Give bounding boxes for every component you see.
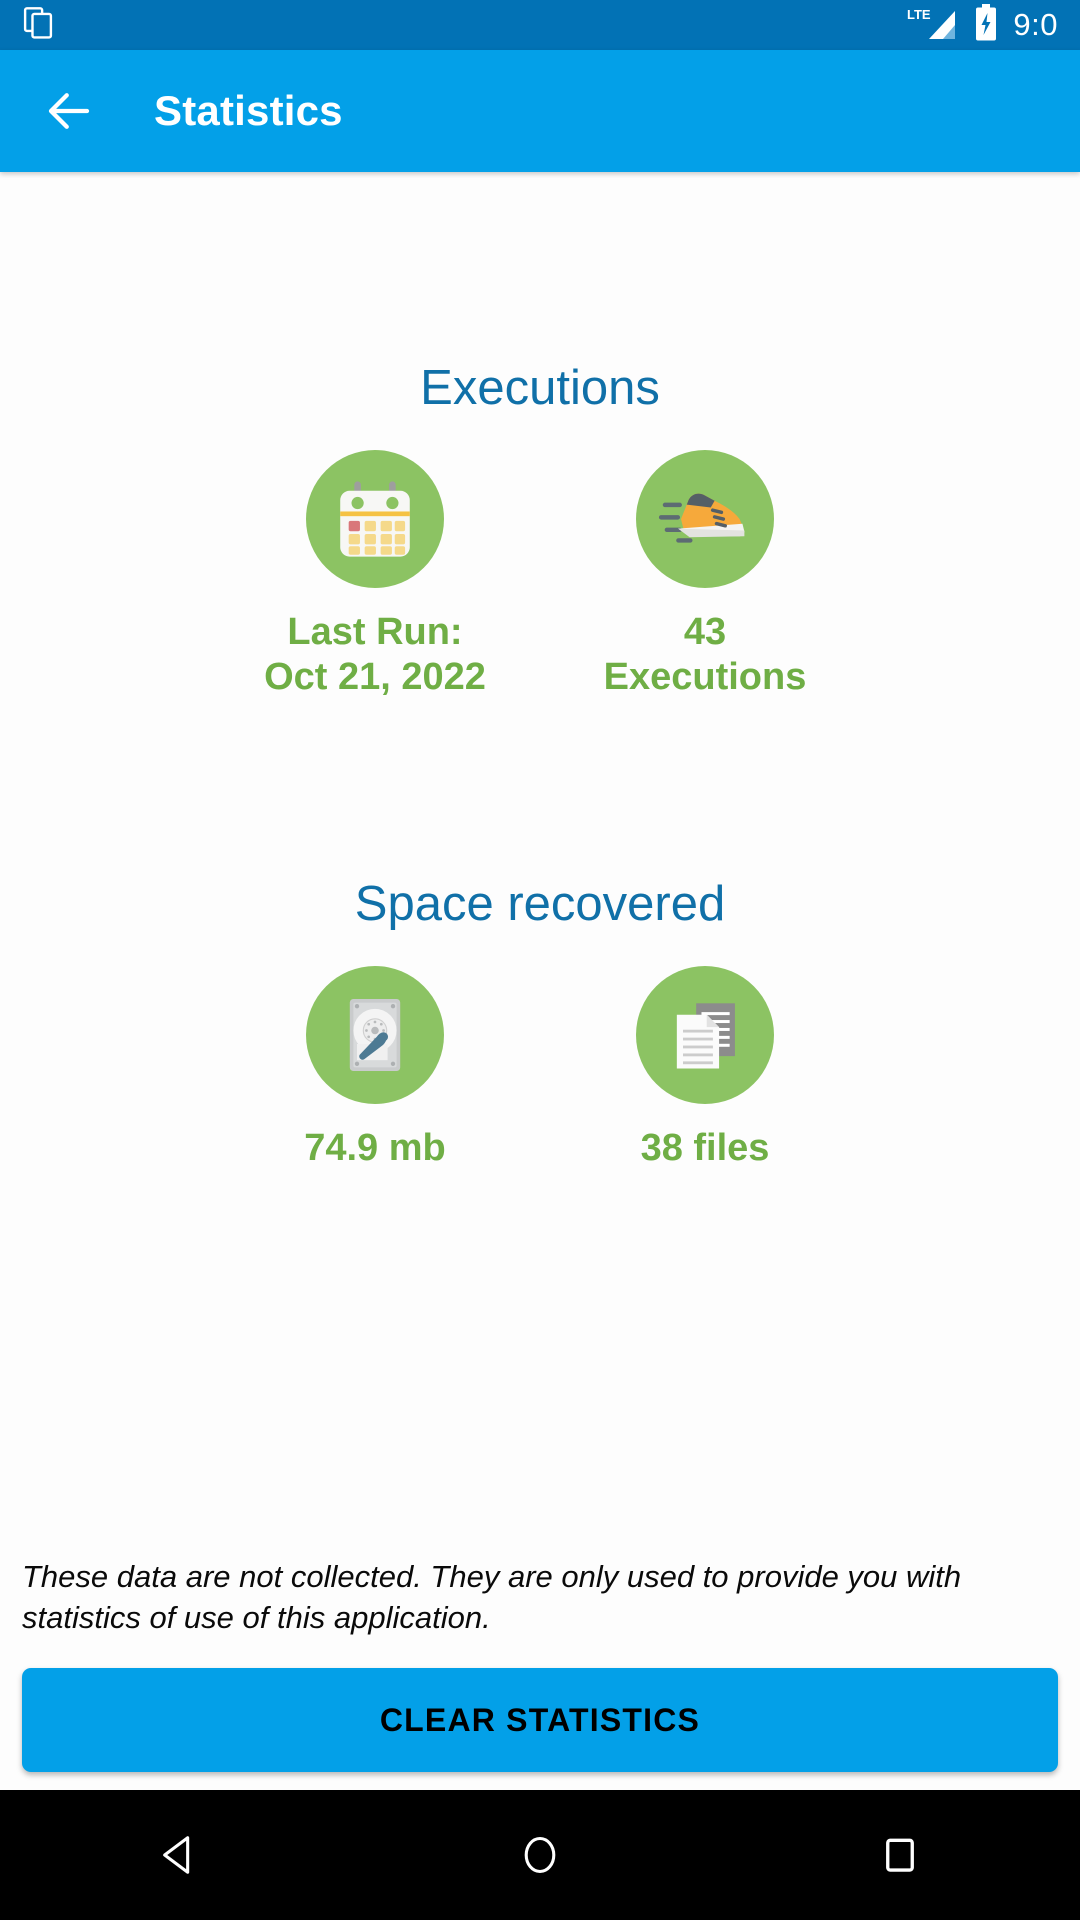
section-space-recovered: Space recovered 74.9 mb 38 files xyxy=(0,876,1080,1171)
status-bar: LTE 9:0 xyxy=(0,0,1080,50)
nav-back-button[interactable] xyxy=(105,1790,255,1920)
stat-card-label: 38 files xyxy=(640,1126,770,1169)
back-triangle-icon xyxy=(163,1836,190,1874)
stat-card-last-run[interactable]: Last Run: Oct 21, 2022 xyxy=(210,450,540,700)
recents-square-icon xyxy=(886,1838,914,1872)
signal-bars-icon: LTE xyxy=(907,5,959,46)
android-nav-bar xyxy=(0,1790,1080,1920)
app-bar: Statistics xyxy=(0,50,1080,172)
nav-recents-button[interactable] xyxy=(825,1790,975,1920)
svg-text:LTE: LTE xyxy=(907,7,931,22)
back-button[interactable] xyxy=(40,82,98,140)
icon-circle xyxy=(306,450,444,588)
arrow-left-icon xyxy=(48,93,90,129)
clear-statistics-button[interactable]: CLEAR STATISTICS xyxy=(22,1668,1058,1772)
documents-icon xyxy=(676,1002,735,1069)
hard-drive-icon xyxy=(349,998,401,1071)
status-bar-right: LTE 9:0 xyxy=(907,3,1058,47)
stat-card-label: Last Run: Oct 21, 2022 xyxy=(264,611,486,698)
section-executions: Executions Last Run: Oct 21, 2022 43 Exe… xyxy=(0,360,1080,700)
icon-circle xyxy=(306,965,444,1104)
icon-circle xyxy=(636,450,774,588)
space-cards: 74.9 mb 38 files xyxy=(0,965,1080,1171)
calendar-icon xyxy=(340,481,410,557)
phone-screen: LTE 9:0 Statistics Executions Last Run: … xyxy=(0,0,1080,1920)
page-title: Statistics xyxy=(154,87,343,134)
status-bar-left xyxy=(22,6,56,45)
section-title-space-recovered: Space recovered xyxy=(354,876,726,931)
stat-card-label: 74.9 mb xyxy=(304,1126,446,1169)
stat-card-space-freed[interactable]: 74.9 mb xyxy=(210,965,540,1171)
stats-scroll-area: Executions Last Run: Oct 21, 2022 43 Exe… xyxy=(0,172,1080,1556)
icon-circle xyxy=(636,965,774,1104)
stat-card-files-cleaned[interactable]: 38 files xyxy=(540,965,870,1171)
stat-card-executions-count[interactable]: 43 Executions xyxy=(540,450,870,700)
copy-windows-icon xyxy=(22,6,56,45)
nav-home-button[interactable] xyxy=(465,1790,615,1920)
footer-area: These data are not collected. They are o… xyxy=(0,1556,1080,1790)
status-bar-clock: 9:0 xyxy=(1013,7,1058,42)
stat-card-label: 43 Executions xyxy=(603,611,807,698)
home-circle-icon xyxy=(524,1836,556,1874)
disclaimer-text: These data are not collected. They are o… xyxy=(22,1558,962,1635)
battery-charging-icon xyxy=(973,3,999,47)
running-shoe-icon xyxy=(658,493,745,543)
statistics-content: Executions Last Run: Oct 21, 2022 43 Exe… xyxy=(0,172,1080,1790)
executions-cards: Last Run: Oct 21, 2022 43 Executions xyxy=(0,450,1080,700)
section-title-executions: Executions xyxy=(420,361,660,415)
